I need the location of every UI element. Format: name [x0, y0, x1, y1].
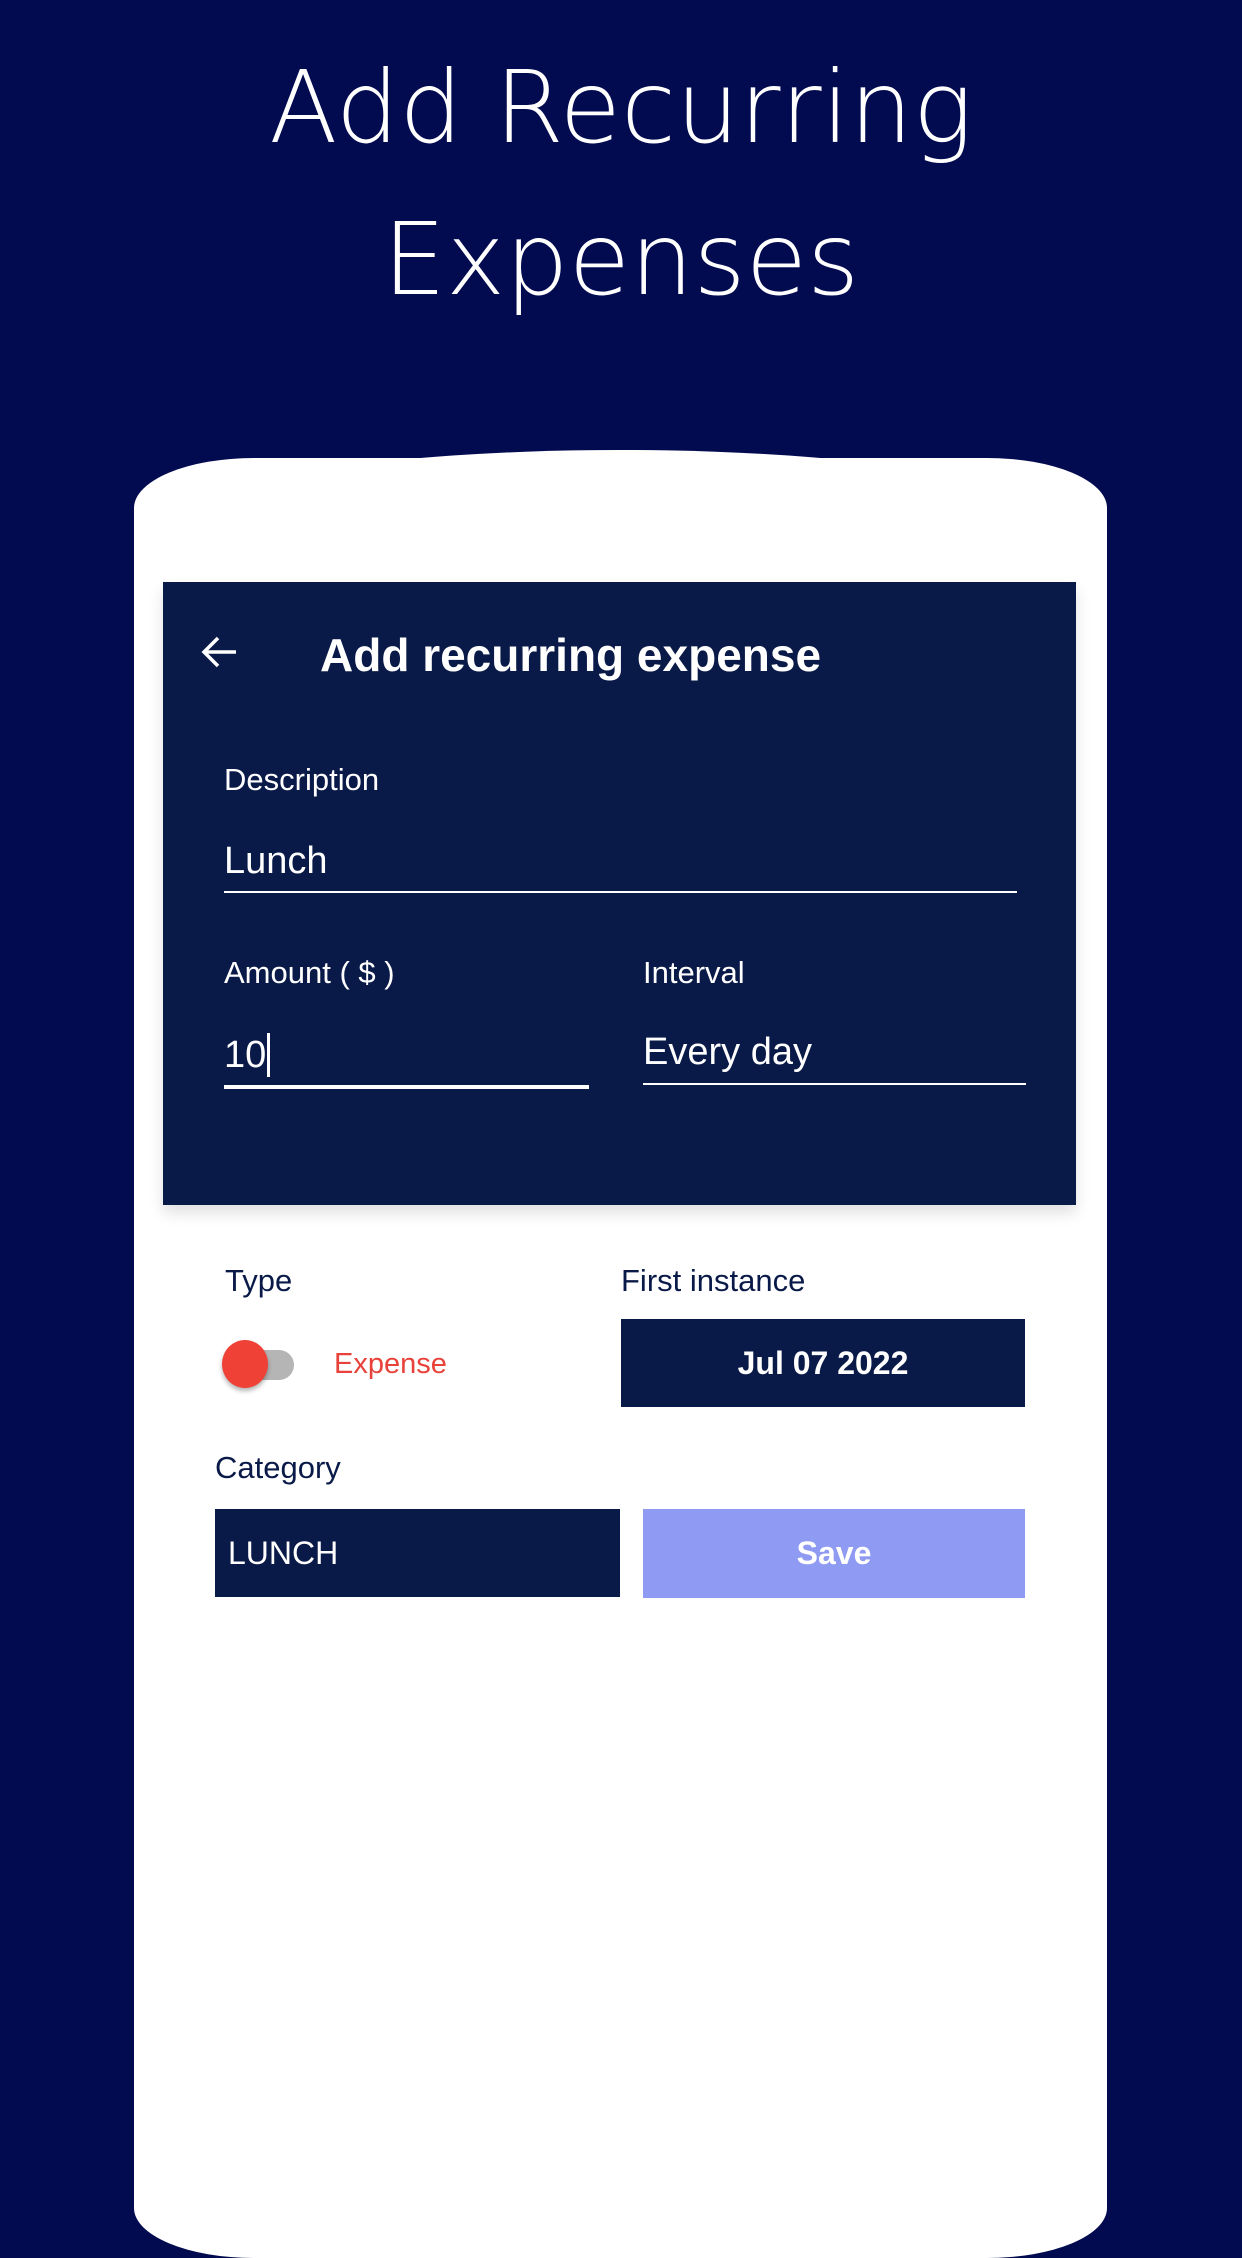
- hero-title-line1: Add Recurring: [269, 49, 973, 166]
- type-toggle[interactable]: [222, 1340, 296, 1390]
- description-input[interactable]: Lunch: [224, 840, 328, 883]
- amount-label: Amount ( $ ): [224, 955, 395, 990]
- amount-input[interactable]: 10: [224, 1033, 271, 1077]
- interval-select[interactable]: Every day: [643, 1031, 812, 1074]
- description-label: Description: [224, 762, 380, 797]
- type-value: Expense: [334, 1348, 447, 1380]
- interval-underline: [643, 1083, 1026, 1085]
- page-title: Add recurring expense: [320, 629, 822, 681]
- arrow-left-icon[interactable]: [200, 632, 240, 672]
- save-button[interactable]: Save: [643, 1509, 1025, 1598]
- hero-title-line2: Expenses: [382, 201, 860, 318]
- interval-label: Interval: [643, 955, 745, 990]
- first-instance-date-button[interactable]: Jul 07 2022: [621, 1319, 1025, 1407]
- category-select[interactable]: LUNCH: [215, 1509, 620, 1597]
- description-underline: [224, 891, 1017, 893]
- type-label: Type: [225, 1263, 293, 1298]
- amount-underline: [224, 1085, 589, 1089]
- category-label: Category: [215, 1450, 341, 1485]
- first-instance-label: First instance: [621, 1263, 806, 1298]
